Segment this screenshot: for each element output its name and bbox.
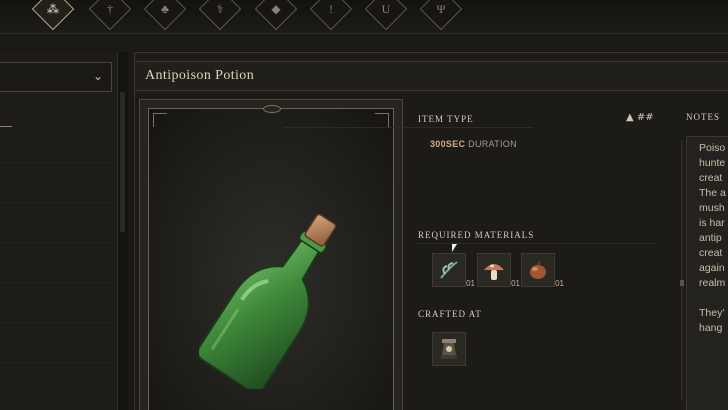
notes-line: is har [699, 217, 725, 229]
staff-icon: ⚕ [216, 1, 224, 16]
item-type-row [283, 108, 533, 128]
gem-icon: ◆ [271, 1, 281, 16]
item-title-bar: Antipoison Potion [135, 61, 728, 91]
scrollbar-thumb[interactable] [120, 92, 125, 232]
notes-line: Poiso [699, 142, 726, 154]
category-tab-6[interactable]: ! [309, 0, 353, 31]
list-divider [0, 242, 112, 243]
material-slot-2[interactable]: 01 [477, 253, 520, 288]
notes-line: They' [699, 307, 725, 319]
duration-unit: DURATION [468, 139, 517, 149]
chevron-down-icon: ⌄ [92, 69, 103, 83]
required-materials-label: REQUIRED MATERIALS [418, 230, 535, 240]
category-tab-5[interactable]: ◆ [254, 0, 298, 31]
material-slot-1[interactable]: 01 [432, 253, 475, 288]
mushroom-icon [484, 264, 504, 280]
category-toolbar: ⁂ † ♣ ⚕ ◆ ! U Ψ [0, 0, 728, 34]
notes-line: realm [699, 277, 726, 289]
selected-item-marker [0, 126, 12, 127]
list-scrollbar[interactable] [118, 52, 128, 410]
category-tab-1[interactable]: ⁂ [31, 0, 75, 31]
frame-ornament [263, 105, 281, 113]
category-tab-4[interactable]: ⚕ [198, 0, 242, 31]
category-tab-3[interactable]: ♣ [143, 0, 187, 31]
item-title: Antipoison Potion [145, 68, 255, 83]
notes-line: hunte [699, 157, 726, 169]
material-qty: 01 [466, 279, 475, 288]
category-tab-8[interactable]: Ψ [419, 0, 463, 31]
notes-scrollbar[interactable] [681, 140, 683, 400]
notes-line: hang [699, 322, 723, 334]
sword-icon: † [107, 1, 113, 16]
notes-scrollbar-thumb[interactable] [680, 280, 684, 286]
list-divider [0, 322, 112, 323]
list-divider [0, 162, 112, 163]
horseshoe-icon: U [381, 1, 391, 16]
frame-corner [153, 113, 167, 127]
list-divider [0, 282, 112, 283]
material-slot-3[interactable]: 01 [521, 253, 564, 288]
paw-icon: ♣ [161, 1, 169, 16]
item-image-card [139, 99, 403, 410]
spire-icon: ! [329, 1, 333, 16]
notes-line: creat [699, 247, 723, 259]
category-tab-2[interactable]: † [88, 0, 132, 31]
crafted-at-label: CRAFTED AT [418, 309, 482, 319]
notes-line: again [699, 262, 725, 274]
cluster-icon: ⁂ [47, 1, 59, 16]
crafting-station-slot[interactable] [432, 332, 466, 366]
mouse-cursor [452, 244, 457, 252]
item-type-label: ITEM TYPE [418, 114, 474, 124]
seed-icon [530, 260, 546, 279]
list-divider [0, 362, 112, 363]
notes-line: antip [699, 232, 722, 244]
potion-bottle-icon [196, 199, 359, 394]
filter-dropdown[interactable]: ⌄ [0, 62, 112, 92]
notes-line: mush [699, 202, 725, 214]
herb-icon [440, 261, 458, 279]
duration-text: 300SEC DURATION [430, 139, 517, 149]
notes-box: Poiso hunte creat The a mush is har anti… [686, 136, 728, 410]
material-qty: 01 [555, 279, 564, 288]
material-qty: 01 [511, 279, 520, 288]
notes-line: The a [699, 187, 726, 199]
alchemy-station-icon [441, 339, 457, 359]
recipe-list-panel: ⌄ [0, 52, 118, 410]
notes-label: NOTES [686, 112, 720, 122]
duration-value: 300SEC [430, 139, 466, 149]
category-tab-7[interactable]: U [364, 0, 408, 31]
notes-line: creat [699, 172, 723, 184]
list-divider [0, 202, 112, 203]
trident-icon: Ψ [436, 1, 446, 16]
item-image-frame [148, 105, 394, 410]
